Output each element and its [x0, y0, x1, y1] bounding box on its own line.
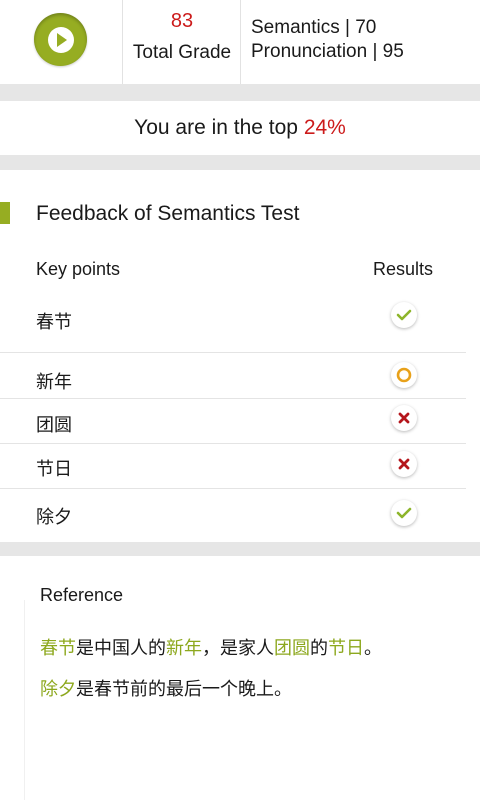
- highlighted-keyword: 团圆: [274, 638, 310, 658]
- header-divider: [240, 0, 241, 84]
- reference-text: 是中国人的: [76, 638, 166, 658]
- section-marker: [0, 202, 10, 224]
- rank-banner: You are in the top 24%: [0, 101, 480, 155]
- check-icon: [391, 302, 417, 328]
- total-grade-value: 83: [170, 10, 194, 32]
- play-icon: [47, 26, 74, 53]
- check-icon: [391, 500, 417, 526]
- cross-icon: [391, 405, 417, 431]
- play-button[interactable]: [34, 13, 87, 66]
- cross-icon: [391, 451, 417, 477]
- highlighted-keyword: 春节: [40, 638, 76, 658]
- highlighted-keyword: 新年: [166, 638, 202, 658]
- reference-line: 除夕是春节前的最后一个晚上。: [40, 675, 292, 701]
- semantics-score: Semantics | 70: [251, 17, 377, 38]
- section-separator: [0, 84, 480, 101]
- key-point-label: 新年: [36, 372, 72, 392]
- row-divider: [0, 488, 466, 489]
- key-points-header: Key points: [36, 259, 121, 279]
- key-point-label: 春节: [36, 312, 72, 332]
- row-divider: [0, 443, 466, 444]
- feedback-title: Feedback of Semantics Test: [36, 202, 300, 225]
- reference-text: 。: [364, 638, 382, 658]
- score-header: 83 Total Grade Semantics | 70 Pronunciat…: [0, 0, 480, 84]
- highlighted-keyword: 节日: [328, 638, 364, 658]
- reference-border: [24, 600, 25, 800]
- rank-percent: 24%: [303, 116, 346, 139]
- section-separator: [0, 542, 480, 556]
- total-grade-label: Total Grade: [132, 42, 232, 63]
- pronunciation-score: Pronunciation | 95: [251, 41, 404, 62]
- circle-icon: [391, 362, 417, 388]
- reference-title: Reference: [40, 585, 124, 605]
- reference-text: ，是家人: [202, 638, 274, 658]
- reference-text: 是春节前的最后一个晚上。: [76, 679, 292, 699]
- section-separator: [0, 155, 480, 170]
- results-header: Results: [373, 259, 434, 279]
- row-divider: [0, 398, 466, 399]
- reference-text: 的: [310, 638, 328, 658]
- row-divider: [0, 352, 466, 353]
- key-point-label: 除夕: [36, 507, 72, 527]
- highlighted-keyword: 除夕: [40, 679, 76, 699]
- key-point-label: 节日: [36, 459, 72, 479]
- rank-text: You are in the top: [134, 116, 304, 139]
- reference-line: 春节是中国人的新年，是家人团圆的节日。: [40, 634, 382, 660]
- key-point-label: 团圆: [36, 415, 72, 435]
